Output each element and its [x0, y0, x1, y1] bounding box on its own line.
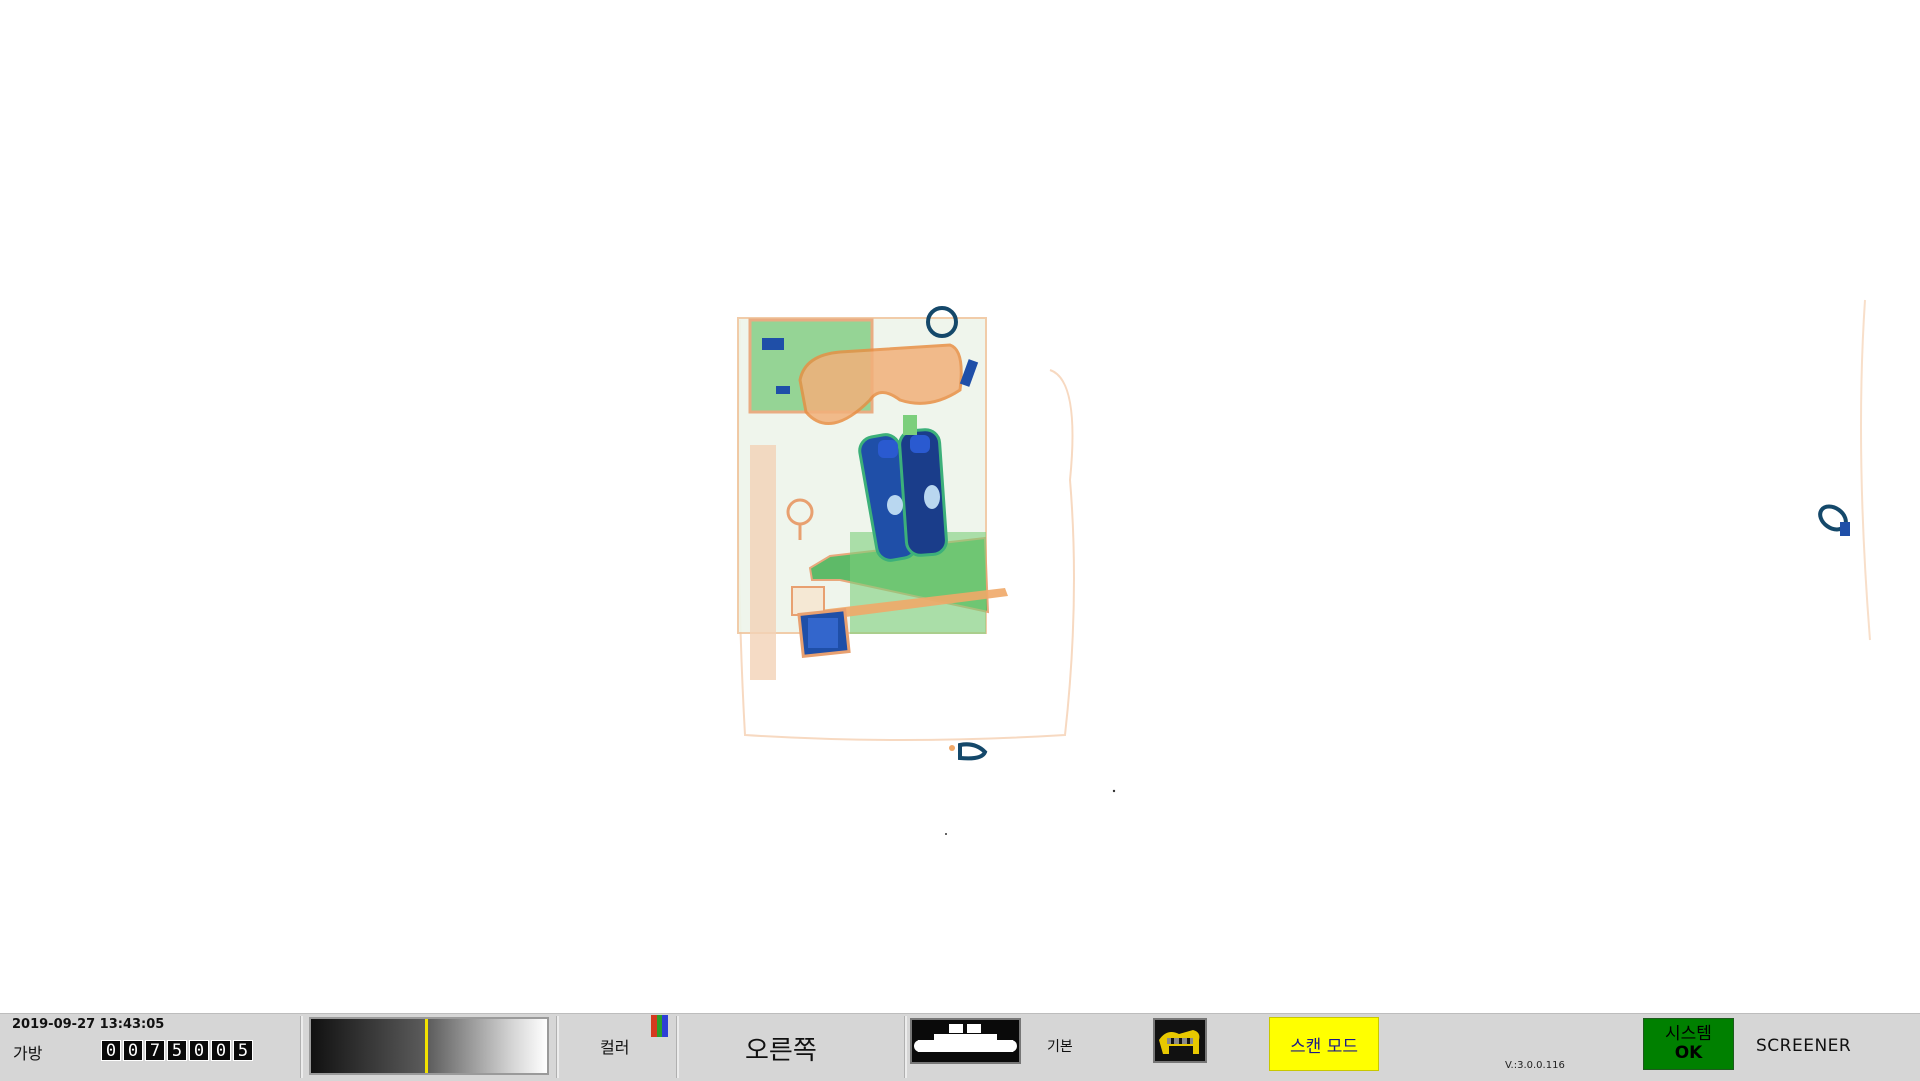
image-mode-label: 기본 — [1047, 1039, 1073, 1055]
conveyor-belt-glyph — [914, 1024, 1017, 1052]
counter-digit: 0 — [211, 1040, 231, 1061]
counter-digit: 0 — [123, 1040, 143, 1061]
bag-count-label: 가방 — [13, 1044, 43, 1063]
system-status-value: OK — [1674, 1043, 1703, 1063]
xray-bag-image — [737, 299, 1871, 835]
dog-glyph — [1159, 1030, 1200, 1054]
gradient-slider-marker[interactable] — [425, 1019, 429, 1073]
direction-label[interactable]: 오른쪽 — [745, 1030, 817, 1067]
version-label: V.:3.0.0.116 — [1505, 1060, 1565, 1071]
system-status-title: 시스템 — [1665, 1024, 1712, 1044]
datetime-label: 2019-09-27 13:43:05 — [12, 1017, 165, 1032]
counter-digit: 0 — [189, 1040, 209, 1061]
system-status-indicator[interactable]: 시스템 OK — [1643, 1018, 1734, 1070]
scan-mode-button[interactable]: 스캔 모드 — [1269, 1017, 1379, 1071]
divider — [300, 1016, 303, 1078]
small-box — [791, 586, 825, 616]
dog-icon[interactable] — [1153, 1018, 1207, 1063]
divider — [556, 1016, 559, 1078]
conveyor-belt-icon[interactable] — [910, 1018, 1021, 1064]
divider — [676, 1016, 679, 1078]
counter-digit: 7 — [145, 1040, 165, 1061]
user-role-label: SCREENER — [1756, 1036, 1852, 1056]
clasp-bottom — [958, 742, 988, 761]
counter-digit: 5 — [233, 1040, 253, 1061]
divider — [904, 1016, 907, 1078]
bag-counter: 0 0 7 5 0 0 5 — [101, 1040, 253, 1061]
xray-scan-viewport[interactable] — [0, 0, 1920, 1013]
color-mode-label[interactable]: 컬러 — [600, 1034, 629, 1058]
status-bar: 2019-09-27 13:43:05 가방 0 0 7 5 0 0 5 컬러 … — [0, 1013, 1920, 1081]
counter-digit: 0 — [101, 1040, 121, 1061]
left-strip — [750, 445, 776, 680]
counter-digit: 5 — [167, 1040, 187, 1061]
color-bars-icon — [651, 1015, 669, 1037]
color-bar-blue — [662, 1015, 669, 1037]
grayscale-gradient-icon[interactable] — [309, 1017, 549, 1075]
